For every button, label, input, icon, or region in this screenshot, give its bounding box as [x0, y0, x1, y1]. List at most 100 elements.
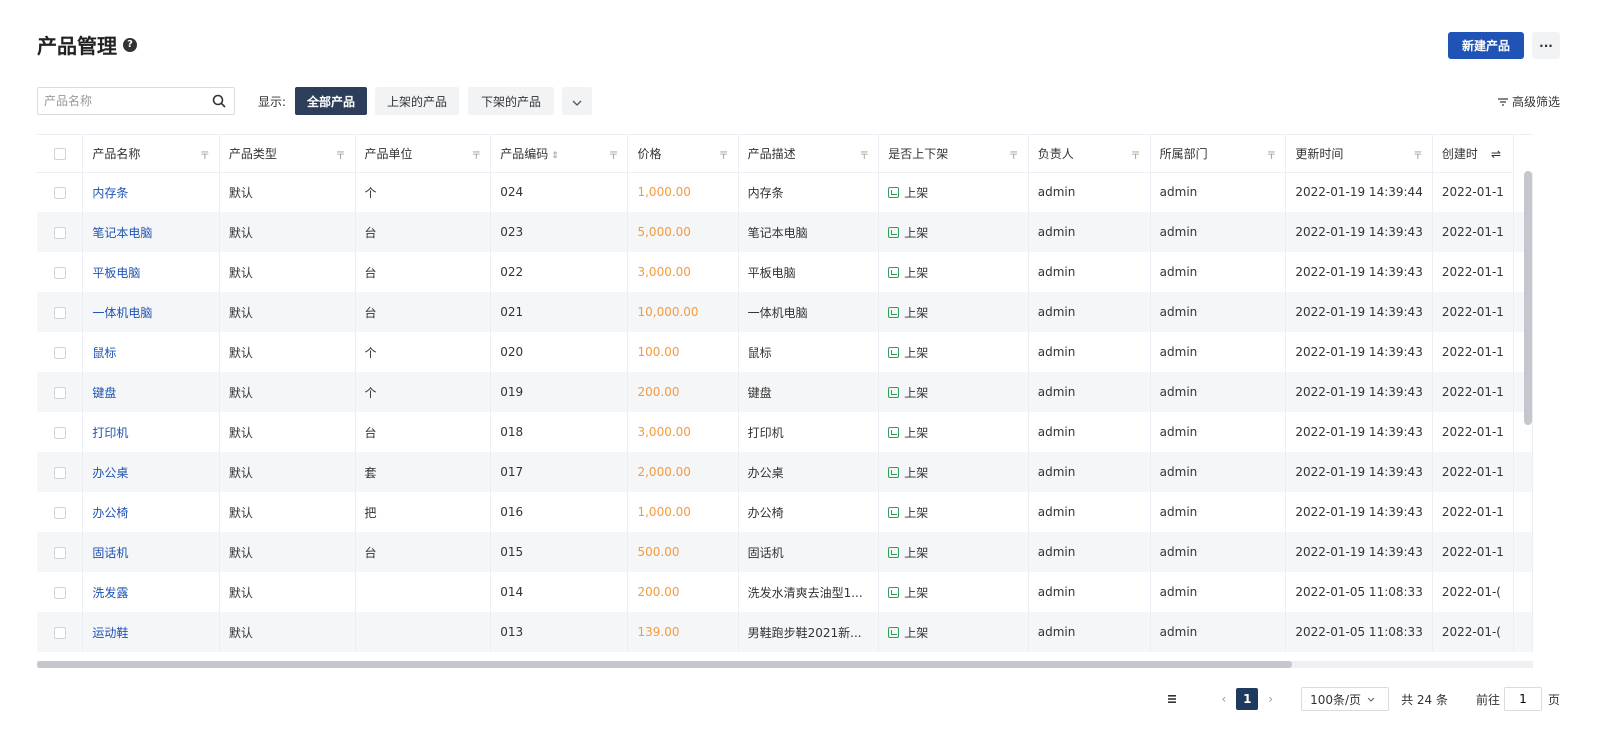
- column-filter-icon[interactable]: 〒: [1131, 147, 1141, 162]
- status-check-icon: [888, 386, 900, 398]
- cell-name[interactable]: 固话机: [82, 532, 220, 572]
- cell-owner: admin: [1028, 332, 1151, 372]
- table-header-row: 产品名称〒 产品类型〒 产品单位〒 产品编码 ⇕ 〒 价格〒 产品描述〒 是否上下架…: [37, 135, 1533, 173]
- filter-unlisted-products[interactable]: 下架的产品: [468, 87, 554, 115]
- column-header[interactable]: 所属部门〒: [1150, 135, 1287, 173]
- row-checkbox[interactable]: [37, 372, 84, 412]
- cell-price: 200.00: [627, 572, 739, 612]
- column-header[interactable]: 是否上下架〒: [878, 135, 1029, 173]
- column-header[interactable]: 产品名称〒: [82, 135, 220, 173]
- cell-created: 2022-01-1: [1432, 252, 1515, 292]
- column-filter-icon[interactable]: 〒: [200, 147, 210, 162]
- cell-name[interactable]: 办公桌: [82, 452, 220, 492]
- row-checkbox[interactable]: [37, 172, 84, 212]
- table-row[interactable]: 一体机电脑 默认台 021 10,000.00 一体机电脑 上架 admin admin 202…: [37, 292, 1533, 332]
- cell-updated: 2022-01-19 14:39:43: [1285, 252, 1433, 292]
- status-check-icon: [888, 266, 900, 278]
- column-settings-icon[interactable]: ⇌: [1490, 147, 1501, 161]
- sort-icon[interactable]: ⇕: [551, 151, 559, 161]
- row-checkbox[interactable]: [37, 292, 84, 332]
- cell-code: 018: [490, 412, 629, 452]
- cell-desc: 内存条: [738, 172, 880, 212]
- row-checkbox[interactable]: [37, 252, 84, 292]
- column-header[interactable]: 创建时 ⇌: [1432, 135, 1515, 173]
- column-filter-icon[interactable]: 〒: [859, 147, 869, 162]
- row-checkbox[interactable]: [37, 492, 84, 532]
- status-check-icon: [888, 586, 900, 598]
- status-check-icon: [888, 226, 900, 238]
- cell-name[interactable]: 办公椅: [82, 492, 220, 532]
- row-checkbox[interactable]: [37, 212, 84, 252]
- cell-updated: 2022-01-19 14:39:43: [1285, 532, 1433, 572]
- filter-listed-products[interactable]: 上架的产品: [375, 87, 459, 115]
- cell-dept: admin: [1150, 492, 1287, 532]
- new-product-button[interactable]: 新建产品: [1448, 32, 1524, 59]
- table-row[interactable]: 笔记本电脑 默认台 023 5,000.00 笔记本电脑 上架 admin admin 2022…: [37, 212, 1533, 252]
- status-check-icon: [888, 186, 900, 198]
- cell-dept: admin: [1150, 532, 1287, 572]
- page-number-current[interactable]: 1: [1236, 688, 1259, 710]
- cell-name[interactable]: 洗发露: [82, 572, 220, 612]
- column-filter-icon[interactable]: 〒: [1266, 147, 1276, 162]
- table-row[interactable]: 键盘 默认个 019 200.00 键盘 上架 admin admin 2022-01-19 1…: [37, 372, 1533, 412]
- list-view-icon[interactable]: [1163, 692, 1181, 706]
- vertical-scrollbar[interactable]: [1524, 171, 1532, 425]
- cell-name[interactable]: 键盘: [82, 372, 220, 412]
- cell-created: 2022-01-1: [1432, 412, 1515, 452]
- column-header[interactable]: 负责人〒: [1028, 135, 1151, 173]
- select-all-checkbox[interactable]: [37, 135, 84, 173]
- column-filter-icon[interactable]: 〒: [1009, 147, 1019, 162]
- help-icon[interactable]: ?: [123, 37, 137, 52]
- prev-page-button[interactable]: ‹: [1221, 692, 1226, 706]
- cell-name[interactable]: 打印机: [82, 412, 220, 452]
- cell-desc: 固话机: [738, 532, 880, 572]
- next-page-button[interactable]: ›: [1268, 692, 1273, 706]
- table-row[interactable]: 内存条 默认个 024 1,000.00 内存条 上架 admin admin 2022-01-…: [37, 172, 1533, 212]
- column-filter-icon[interactable]: 〒: [471, 147, 481, 162]
- cell-status: 上架: [878, 452, 1029, 492]
- row-checkbox[interactable]: [37, 572, 84, 612]
- column-header[interactable]: 产品编码 ⇕ 〒: [490, 135, 629, 173]
- row-checkbox[interactable]: [37, 412, 84, 452]
- table-row[interactable]: 洗发露 默认 014 200.00 洗发水清爽去油型1... 上架 admin admin 20…: [37, 572, 1533, 612]
- cell-name[interactable]: 鼠标: [82, 332, 220, 372]
- column-header[interactable]: 产品类型〒: [219, 135, 356, 173]
- cell-type: 默认: [219, 412, 356, 452]
- table-row[interactable]: 办公椅 默认把 016 1,000.00 办公椅 上架 admin admin 2022-01-…: [37, 492, 1533, 532]
- cell-name[interactable]: 内存条: [82, 172, 220, 212]
- column-filter-icon[interactable]: 〒: [1413, 147, 1423, 162]
- goto-page-input[interactable]: [1503, 687, 1542, 711]
- row-checkbox[interactable]: [37, 452, 84, 492]
- table-row[interactable]: 鼠标 默认个 020 100.00 鼠标 上架 admin admin 2022-01-19 1…: [37, 332, 1533, 372]
- horizontal-scrollbar[interactable]: [37, 661, 1292, 668]
- cell-dept: admin: [1150, 412, 1287, 452]
- column-header[interactable]: 价格〒: [627, 135, 739, 173]
- cell-name[interactable]: 平板电脑: [82, 252, 220, 292]
- more-actions-button[interactable]: ···: [1532, 32, 1560, 59]
- column-header[interactable]: 产品单位〒: [355, 135, 492, 173]
- table-row[interactable]: 固话机 默认台 015 500.00 固话机 上架 admin admin 2022-01-19…: [37, 532, 1533, 572]
- column-filter-icon[interactable]: 〒: [608, 147, 618, 162]
- column-filter-icon[interactable]: 〒: [719, 147, 729, 162]
- table-row[interactable]: 打印机 默认台 018 3,000.00 打印机 上架 admin admin 2022-01-…: [37, 412, 1533, 452]
- row-checkbox[interactable]: [37, 532, 84, 572]
- cell-name[interactable]: 一体机电脑: [82, 292, 220, 332]
- column-header[interactable]: 产品描述〒: [738, 135, 880, 173]
- column-header[interactable]: 更新时间〒: [1285, 135, 1433, 173]
- row-checkbox[interactable]: [37, 332, 84, 372]
- cell-unit: 台: [355, 252, 492, 292]
- row-checkbox[interactable]: [37, 612, 84, 652]
- search-input[interactable]: [38, 88, 208, 114]
- column-filter-icon[interactable]: 〒: [336, 147, 346, 162]
- cell-created: 2022-01-1: [1432, 292, 1515, 332]
- table-row[interactable]: 平板电脑 默认台 022 3,000.00 平板电脑 上架 admin admin 2022-0…: [37, 252, 1533, 292]
- cell-name[interactable]: 笔记本电脑: [82, 212, 220, 252]
- advanced-filter-button[interactable]: 高级筛选: [1497, 93, 1560, 110]
- table-row[interactable]: 办公桌 默认套 017 2,000.00 办公桌 上架 admin admin 2022-01-…: [37, 452, 1533, 492]
- page-size-select[interactable]: 100条/页: [1301, 687, 1390, 711]
- filter-dropdown-button[interactable]: [562, 87, 592, 115]
- table-row[interactable]: 运动鞋 默认 013 139.00 男鞋跑步鞋2021新... 上架 admin admin 2…: [37, 612, 1533, 652]
- cell-name[interactable]: 运动鞋: [82, 612, 220, 652]
- search-icon[interactable]: [212, 94, 226, 108]
- filter-all-products[interactable]: 全部产品: [295, 87, 367, 115]
